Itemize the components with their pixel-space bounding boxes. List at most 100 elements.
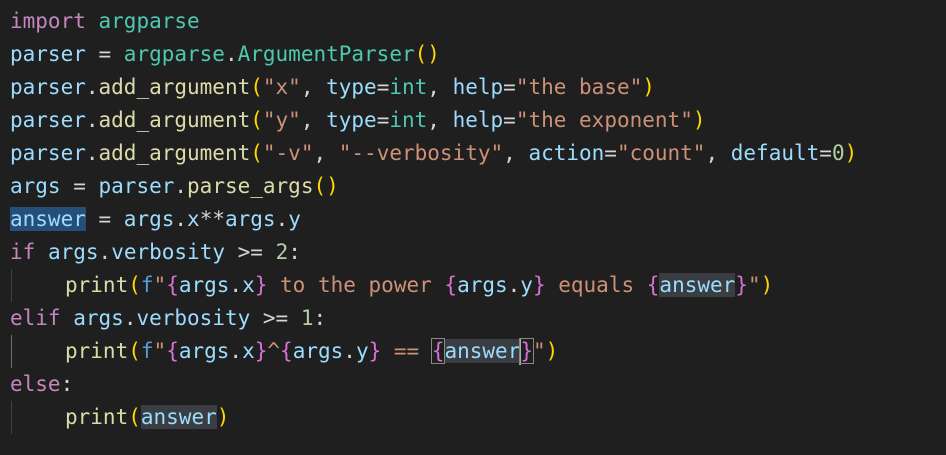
keyword-import: import xyxy=(10,9,86,33)
fn-add-argument: add_argument xyxy=(98,75,251,99)
brace-open: { xyxy=(166,339,179,363)
type-int: int xyxy=(389,75,428,99)
kwarg-eq: = xyxy=(376,108,390,132)
comma: , xyxy=(705,141,731,165)
dot: . xyxy=(85,141,99,165)
dot: . xyxy=(507,273,521,297)
fn-print: print xyxy=(65,405,129,429)
code-line-12[interactable]: else: xyxy=(0,368,946,401)
brace-open: { xyxy=(166,273,179,297)
type-int: int xyxy=(389,108,428,132)
paren-close: ) xyxy=(642,75,655,99)
paren-open: ( xyxy=(128,273,141,297)
var-args: args xyxy=(73,306,124,330)
dot: . xyxy=(85,75,99,99)
brace-open: { xyxy=(444,273,458,297)
dot: . xyxy=(98,240,112,264)
fstring-prefix: f xyxy=(140,339,154,363)
module-argparse: argparse xyxy=(123,42,225,66)
fstring-text-eqeq: == xyxy=(381,339,432,363)
attr-y: y xyxy=(520,273,533,297)
keyword-if: if xyxy=(10,240,36,264)
paren-open: ( xyxy=(250,75,263,99)
kwarg-type: type xyxy=(326,108,377,132)
attr-x: x xyxy=(242,273,255,297)
fn-parse-args: parse_args xyxy=(187,174,314,198)
kwarg-action: action xyxy=(528,141,605,165)
dot: . xyxy=(229,339,243,363)
comma: , xyxy=(503,141,529,165)
kwarg-eq: = xyxy=(503,75,516,99)
var-parser: parser xyxy=(10,42,86,66)
code-line-10[interactable]: elif args.verbosity >= 1: xyxy=(0,302,946,335)
code-line-4[interactable]: parser.add_argument("y", type=int, help=… xyxy=(0,104,946,137)
fn-print: print xyxy=(65,273,129,297)
code-line-3[interactable]: parser.add_argument("x", type=int, help=… xyxy=(0,71,946,104)
var-parser: parser xyxy=(10,141,86,165)
dot: . xyxy=(224,42,238,66)
code-lines[interactable]: import argparse parser = argparse.Argume… xyxy=(0,5,946,434)
code-line-13[interactable]: print(answer) xyxy=(0,401,946,434)
string-y: "y" xyxy=(262,108,301,132)
brace-close: } xyxy=(735,273,748,297)
brace-close: } xyxy=(254,273,268,297)
code-line-2[interactable]: parser = argparse.ArgumentParser() xyxy=(0,38,946,71)
colon: : xyxy=(60,372,74,396)
paren-open: ( xyxy=(128,405,141,429)
kwarg-eq: = xyxy=(604,141,617,165)
var-args: args xyxy=(178,339,230,363)
var-answer-highlight: answer xyxy=(444,339,521,363)
indent-guide xyxy=(11,269,12,302)
var-parser: parser xyxy=(98,174,175,198)
code-line-9[interactable]: print(f"{args.x} to the power {args.y} e… xyxy=(0,269,946,302)
var-parser: parser xyxy=(10,75,86,99)
string-count: "count" xyxy=(616,141,706,165)
paren-close: ) xyxy=(844,141,858,165)
kwarg-eq: = xyxy=(376,75,390,99)
code-line-7[interactable]: answer = args.x**args.y xyxy=(0,203,946,236)
paren-open: ( xyxy=(313,174,327,198)
dot: . xyxy=(343,339,356,363)
keyword-else: else xyxy=(10,372,61,396)
brace-close: } xyxy=(254,339,268,363)
code-line-1[interactable]: import argparse xyxy=(0,5,946,38)
kwarg-type: type xyxy=(326,75,377,99)
code-line-8[interactable]: if args.verbosity >= 2: xyxy=(0,236,946,269)
paren-open: ( xyxy=(250,141,263,165)
kwarg-eq: = xyxy=(819,141,832,165)
fstring-quote-close: " xyxy=(533,339,546,363)
string-v: "-v" xyxy=(262,141,314,165)
fstring-text-equals: equals xyxy=(545,273,647,297)
gte-op: >= xyxy=(250,306,301,330)
code-line-5[interactable]: parser.add_argument("-v", "--verbosity",… xyxy=(0,137,946,170)
code-editor[interactable]: import argparse parser = argparse.Argume… xyxy=(0,0,946,455)
class-argumentparser: ArgumentParser xyxy=(237,42,415,66)
fn-print: print xyxy=(65,339,129,363)
attr-verbosity: verbosity xyxy=(111,240,225,264)
code-line-11[interactable]: print(f"{args.x}^{args.y} == {answer}") xyxy=(0,335,946,368)
fstring-text-to-the-power: to the power xyxy=(267,273,445,297)
dot: . xyxy=(174,207,188,231)
var-args: args xyxy=(457,273,508,297)
dot: . xyxy=(229,273,243,297)
paren-close: ) xyxy=(427,42,440,66)
var-parser: parser xyxy=(10,108,86,132)
paren-close: ) xyxy=(216,405,230,429)
comma: , xyxy=(313,141,339,165)
kwarg-help: help xyxy=(452,75,504,99)
code-line-6[interactable]: args = parser.parse_args() xyxy=(0,170,946,203)
assign-op: = xyxy=(60,174,99,198)
comma: , xyxy=(300,108,327,132)
string-the-base: "the base" xyxy=(515,75,643,99)
fstring-quote-close: " xyxy=(747,273,761,297)
assign-op: = xyxy=(85,42,124,66)
kwarg-help: help xyxy=(452,108,504,132)
attr-y: y xyxy=(355,339,369,363)
number-one: 1 xyxy=(300,306,314,330)
dot: . xyxy=(174,174,188,198)
module-argparse: argparse xyxy=(98,9,200,33)
number-zero: 0 xyxy=(831,141,845,165)
